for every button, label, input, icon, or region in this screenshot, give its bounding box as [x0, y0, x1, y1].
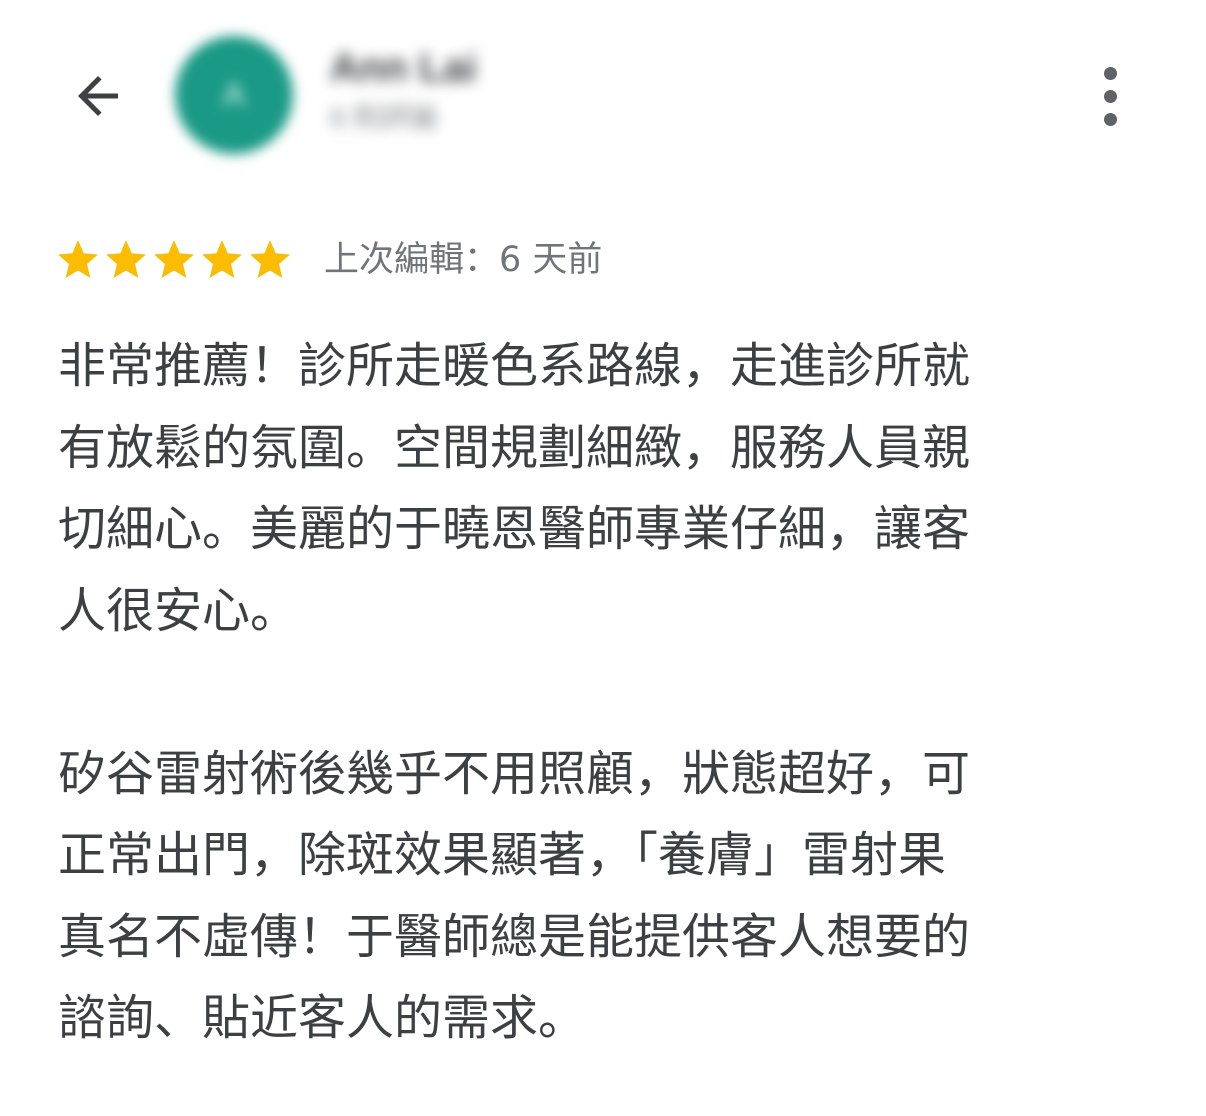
star-icon	[154, 240, 194, 278]
more-options-button[interactable]	[1078, 56, 1142, 136]
star-icon	[58, 240, 98, 278]
avatar-initial: A	[222, 75, 246, 114]
arrow-back-icon	[78, 76, 118, 116]
rating-row: 上次編輯：6 天前	[54, 232, 602, 288]
edit-timestamp: 上次編輯：6 天前	[324, 240, 603, 280]
review-line: 正常出門，除斑效果顯著，「養膚」雷射果	[58, 827, 947, 883]
more-vert-icon-dot	[1103, 112, 1117, 126]
review-line: 諮詢、貼近客人的需求。	[58, 990, 587, 1046]
star-icon	[106, 240, 146, 278]
review-body: 非常推薦！診所走暖色系路線，走進診所就 有放鬆的氛圍。空間規劃細緻，服務人員親 切細…	[58, 326, 1158, 1060]
reviewer-info[interactable]: Ann Lai 6 則評論	[330, 44, 477, 138]
star-icon	[250, 240, 290, 278]
review-line: 真名不虛傳！于醫師總是能提供客人想要的	[58, 908, 971, 965]
review-line: 人很安心。	[58, 582, 299, 639]
star-rating	[54, 236, 294, 284]
more-vert-icon-dot	[1103, 89, 1117, 103]
review-line: 有放鬆的氛圍。空間規劃細緻，服務人員親	[58, 419, 971, 476]
avatar[interactable]: A	[175, 36, 293, 154]
review-header: A Ann Lai 6 則評論	[0, 0, 1206, 190]
star-icon	[202, 240, 242, 278]
review-line: 矽谷雷射術後幾乎不用照顧，狀態超好，可	[58, 745, 971, 802]
reviewer-review-count: 6 則評論	[330, 102, 438, 133]
review-line: 非常推薦！診所走暖色系路線，走進診所就	[58, 338, 971, 394]
back-button[interactable]	[58, 56, 138, 136]
more-vert-icon	[1103, 66, 1117, 80]
review-line: 切細心。美麗的于曉恩醫師專業仔細，讓客	[58, 501, 971, 557]
reviewer-name: Ann Lai	[330, 46, 477, 90]
